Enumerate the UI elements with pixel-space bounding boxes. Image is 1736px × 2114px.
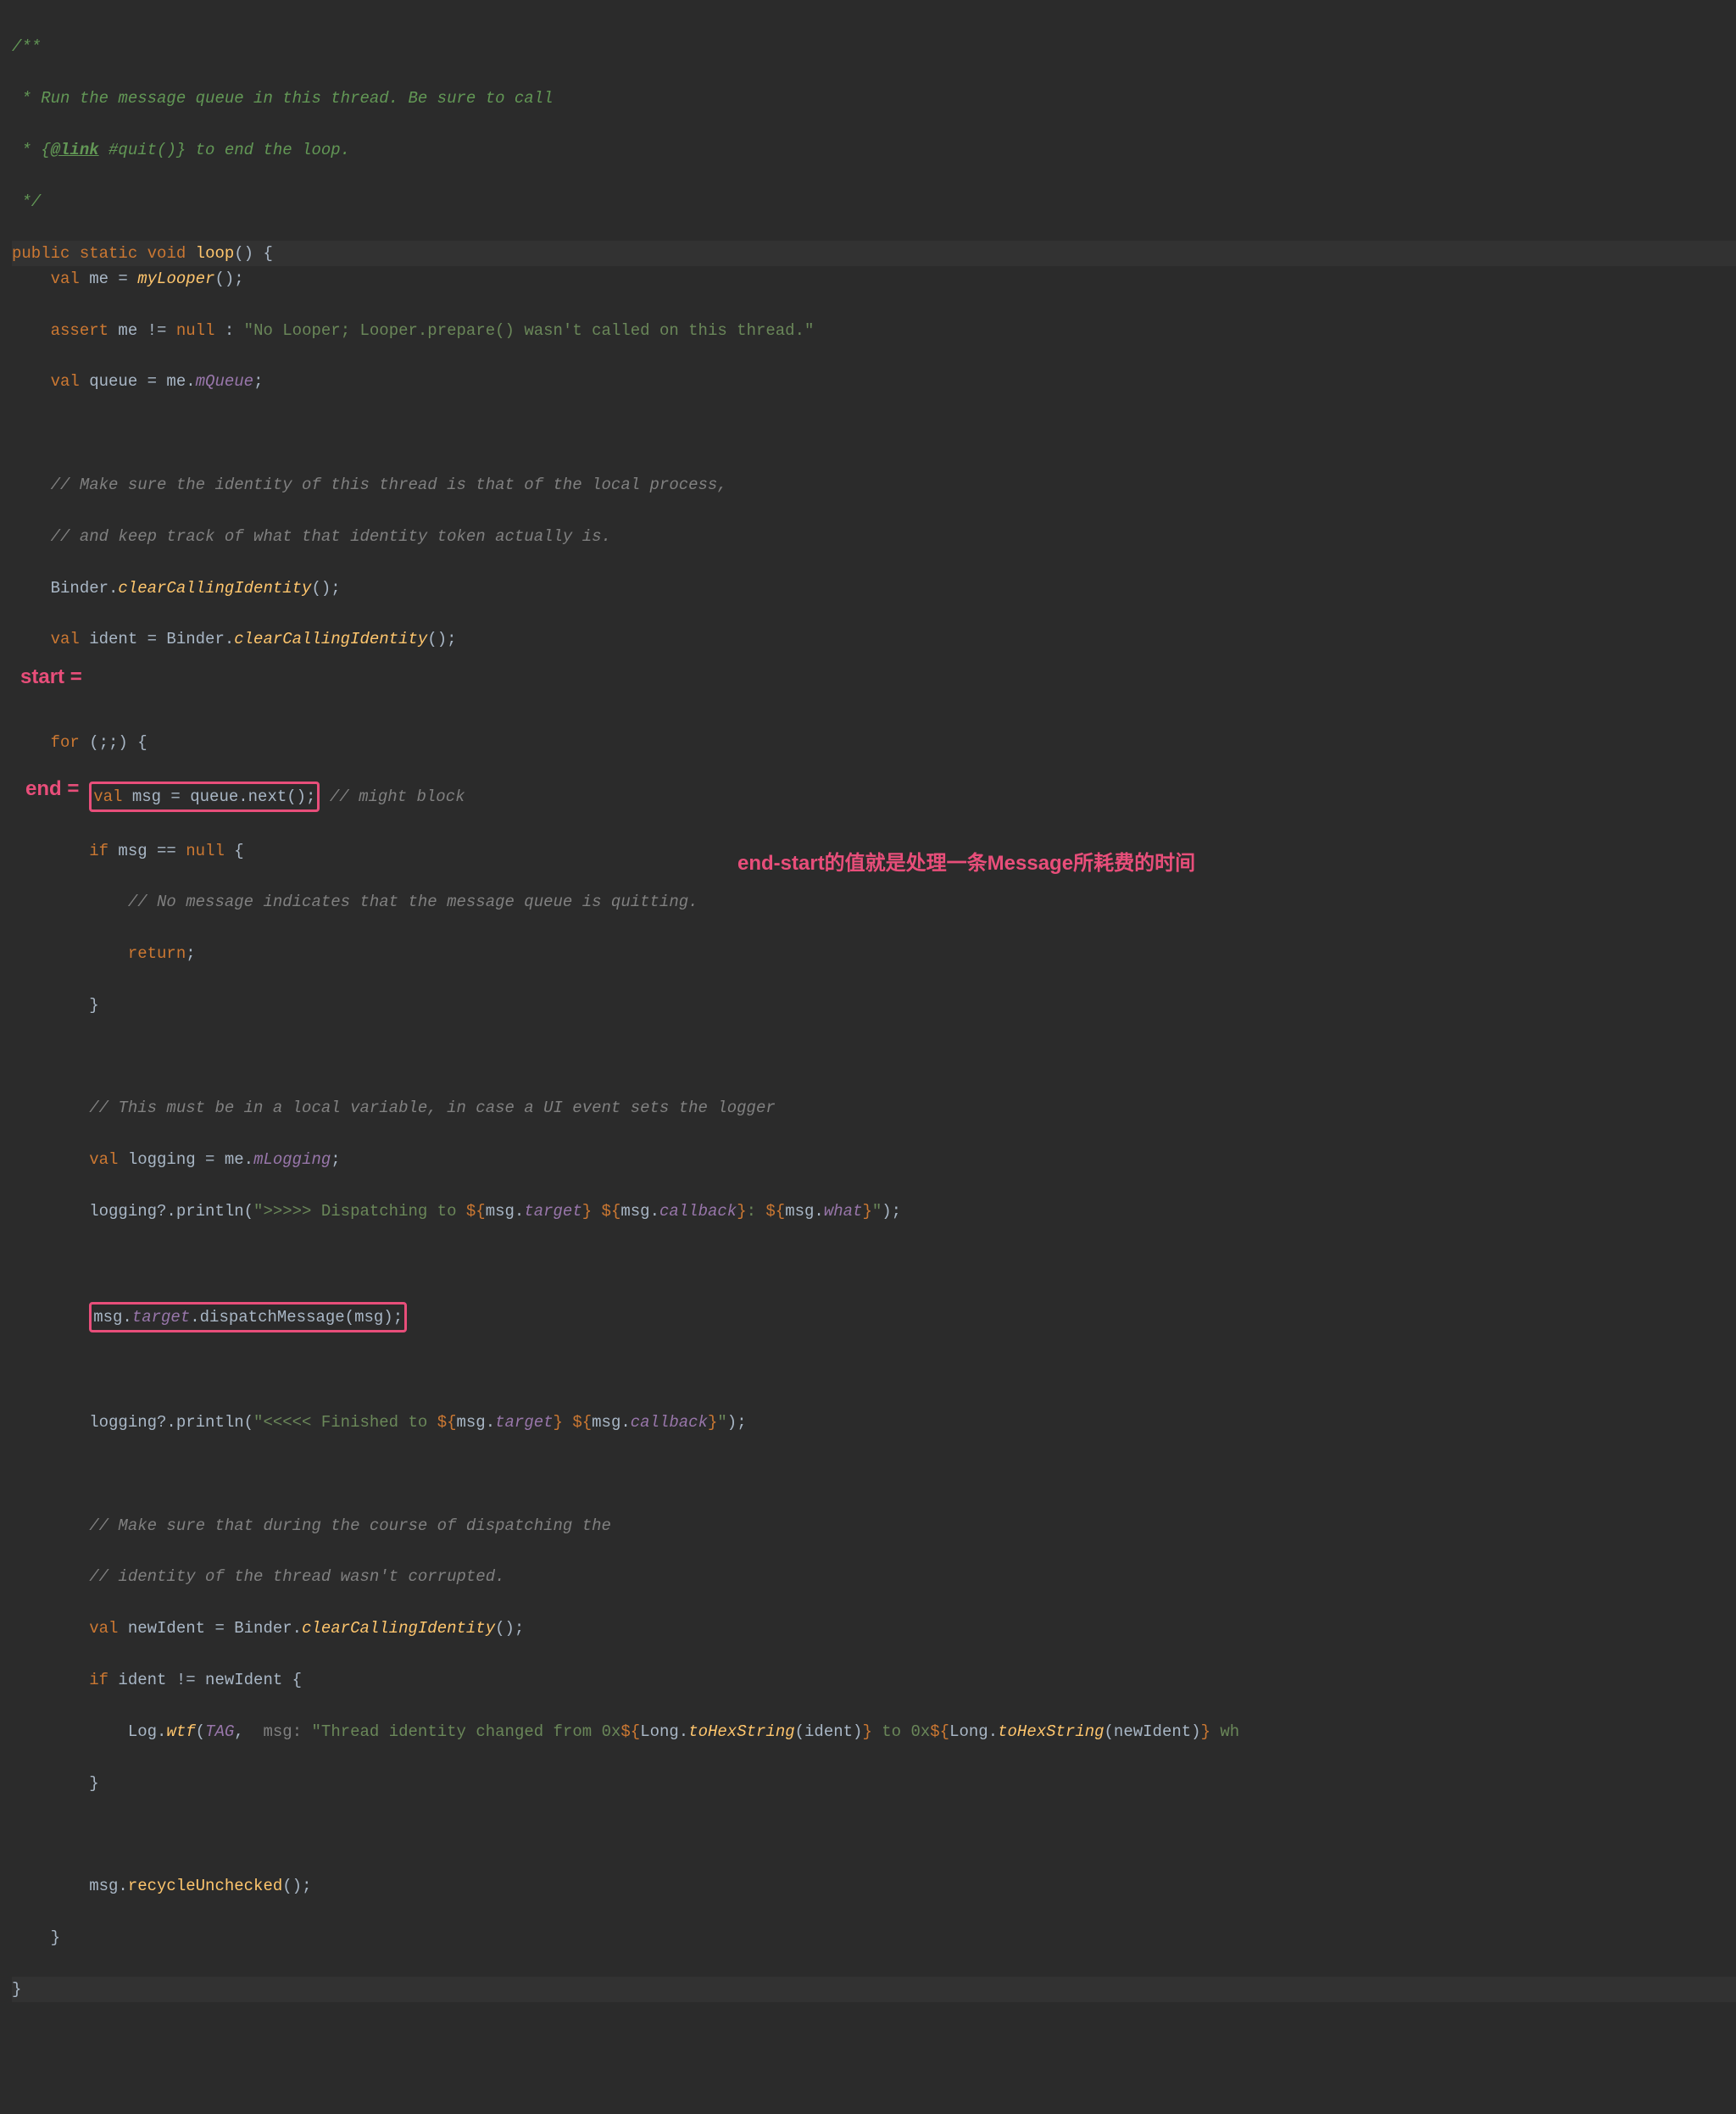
code-line: val me = myLooper(); [12,266,1736,292]
code-line: * Run the message queue in this thread. … [12,86,1736,111]
code-line: val newIdent = Binder.clearCallingIdenti… [12,1616,1736,1641]
blank-line [12,678,1736,704]
code-line: // Make sure that during the course of d… [12,1513,1736,1538]
annotation-explain: end-start的值就是处理一条Message所耗费的时间 [737,848,1195,880]
code-line: logging?.println(">>>>> Dispatching to $… [12,1199,1736,1224]
code-line: if ident != newIdent { [12,1667,1736,1693]
code-line: val ident = Binder.clearCallingIdentity(… [12,626,1736,652]
code-editor: /** * Run the message queue in this thre… [0,0,1736,2114]
code-line: return; [12,941,1736,966]
code-line: // This must be in a local variable, in … [12,1095,1736,1121]
code-line: // identity of the thread wasn't corrupt… [12,1564,1736,1589]
highlight-box-dispatch: msg.target.dispatchMessage(msg); [89,1302,407,1332]
code-line: } [12,1977,1736,2002]
code-line: assert me != null : "No Looper; Looper.p… [12,318,1736,343]
code-line: * {@link #quit()} to end the loop. [12,137,1736,163]
code-line: } [12,1925,1736,1950]
blank-line [12,1822,1736,1847]
code-line: } [12,1771,1736,1796]
code-line: // and keep track of what that identity … [12,524,1736,549]
blank-line [12,420,1736,446]
annotation-end: end = [25,773,79,805]
code-line: */ [12,189,1736,214]
code-line: msg.recycleUnchecked(); [12,1873,1736,1899]
code-line: Log.wtf(TAG, msg: "Thread identity chang… [12,1719,1736,1744]
highlight-box-queue-next: val msg = queue.next(); [89,782,320,812]
blank-line [12,1044,1736,1070]
code-line: val queue = me.mQueue; [12,369,1736,394]
blank-line [12,1358,1736,1383]
code-line: logging?.println("<<<<< Finished to ${ms… [12,1410,1736,1435]
code-line: Binder.clearCallingIdentity(); [12,576,1736,601]
annotation-start: start = [20,661,82,693]
code-line: for (;;) { [12,730,1736,755]
code-line: msg.target.dispatchMessage(msg); [12,1302,1736,1332]
code-line: val logging = me.mLogging; [12,1147,1736,1172]
code-line: // No message indicates that the message… [12,889,1736,915]
code-line: // Make sure the identity of this thread… [12,472,1736,498]
code-line: public static void loop() { [12,241,1736,266]
code-line: val msg = queue.next(); // might block [12,782,1736,812]
code-line: /** [12,34,1736,59]
code-line: } [12,993,1736,1018]
blank-line [12,1461,1736,1487]
blank-line [12,1250,1736,1276]
